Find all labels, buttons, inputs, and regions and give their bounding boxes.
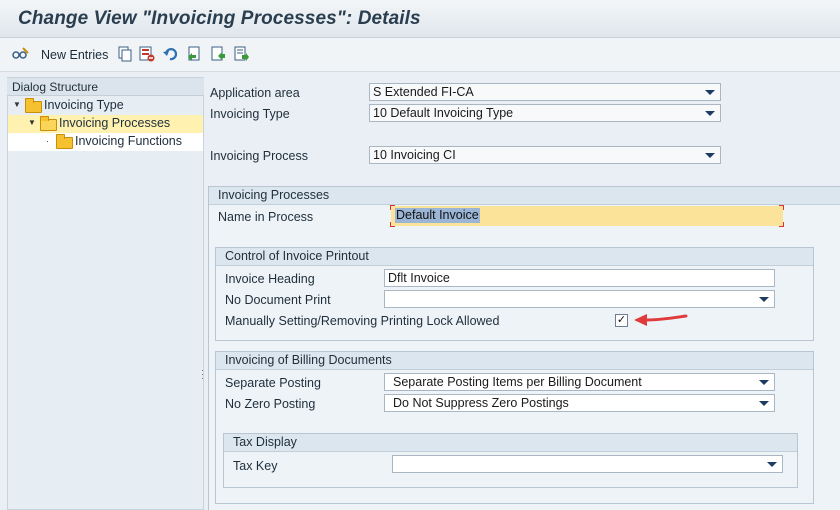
leaf-dot-icon: · <box>46 136 49 146</box>
undo-icon[interactable] <box>162 46 178 62</box>
previous-entry-icon[interactable] <box>210 46 226 62</box>
expand-triangle-icon[interactable]: ▼ <box>28 118 36 127</box>
splitter-handle[interactable]: · · · <box>201 366 204 383</box>
glasses-pencil-icon[interactable] <box>12 46 29 62</box>
application-area-value: S Extended FI-CA <box>373 85 474 99</box>
name-in-process-label: Name in Process <box>218 210 314 224</box>
folder-icon <box>56 134 73 149</box>
separate-posting-label: Separate Posting <box>225 376 321 390</box>
group-header: Tax Display <box>224 434 797 452</box>
tax-key-label: Tax Key <box>233 459 278 473</box>
no-zero-posting-value: Do Not Suppress Zero Postings <box>393 396 569 410</box>
expand-triangle-icon[interactable]: ▼ <box>13 100 21 109</box>
new-entries-button[interactable]: New Entries <box>41 48 108 62</box>
chevron-down-icon[interactable] <box>705 111 715 116</box>
field-focus-corner <box>390 222 395 227</box>
chevron-down-icon[interactable] <box>759 297 769 302</box>
tax-key-field[interactable] <box>392 455 783 473</box>
name-in-process-value: Default Invoice <box>395 208 480 223</box>
tree-item-label: Invoicing Type <box>44 98 124 112</box>
tree-item-label: Invoicing Functions <box>75 134 183 148</box>
separate-posting-field[interactable]: Separate Posting Items per Billing Docum… <box>384 373 775 391</box>
annotation-arrow-icon <box>632 309 692 332</box>
dialog-structure-title: Dialog Structure <box>12 80 99 94</box>
delete-icon[interactable] <box>139 46 155 62</box>
invoice-heading-value: Dflt Invoice <box>388 271 450 285</box>
invoicing-type-label: Invoicing Type <box>210 107 290 121</box>
no-zero-posting-field[interactable]: Do Not Suppress Zero Postings <box>384 394 775 412</box>
printing-lock-checkbox[interactable]: ✓ <box>615 314 628 327</box>
select-all-icon[interactable] <box>186 46 202 62</box>
invoicing-process-label: Invoicing Process <box>210 149 308 163</box>
invoice-heading-label: Invoice Heading <box>225 272 315 286</box>
group-header: Invoicing Processes <box>209 187 840 205</box>
chevron-down-icon[interactable] <box>705 90 715 95</box>
folder-icon <box>25 98 42 113</box>
field-focus-corner <box>779 222 784 227</box>
field-focus-corner <box>390 205 395 210</box>
no-zero-posting-label: No Zero Posting <box>225 397 316 411</box>
name-in-process-field[interactable]: Default Invoice <box>390 205 784 227</box>
tree-item-label: Invoicing Processes <box>59 116 171 130</box>
chevron-down-icon[interactable] <box>705 153 715 158</box>
invoicing-type-field[interactable]: 10 Default Invoicing Type <box>369 104 721 122</box>
open-folder-icon <box>40 116 57 131</box>
chevron-down-icon[interactable] <box>767 462 777 467</box>
no-document-print-field[interactable] <box>384 290 775 308</box>
next-entry-icon[interactable] <box>233 46 249 62</box>
page-title: Change View "Invoicing Processes": Detai… <box>18 8 421 29</box>
no-document-print-label: No Document Print <box>225 293 331 307</box>
chevron-down-icon[interactable] <box>759 380 769 385</box>
application-area-label: Application area <box>210 86 300 100</box>
copy-icon[interactable] <box>117 46 133 62</box>
field-focus-corner <box>779 205 784 210</box>
chevron-down-icon[interactable] <box>759 401 769 406</box>
invoicing-process-value: 10 Invoicing CI <box>373 148 456 162</box>
application-area-field[interactable]: S Extended FI-CA <box>369 83 721 101</box>
invoicing-type-value: 10 Default Invoicing Type <box>373 106 514 120</box>
printing-lock-label: Manually Setting/Removing Printing Lock … <box>225 314 500 328</box>
invoicing-process-field[interactable]: 10 Invoicing CI <box>369 146 721 164</box>
group-header: Control of Invoice Printout <box>216 248 813 266</box>
group-header: Invoicing of Billing Documents <box>216 352 813 370</box>
separate-posting-value: Separate Posting Items per Billing Docum… <box>393 375 642 389</box>
invoice-heading-field[interactable]: Dflt Invoice <box>384 269 775 287</box>
toolbar: New Entries <box>0 38 840 72</box>
